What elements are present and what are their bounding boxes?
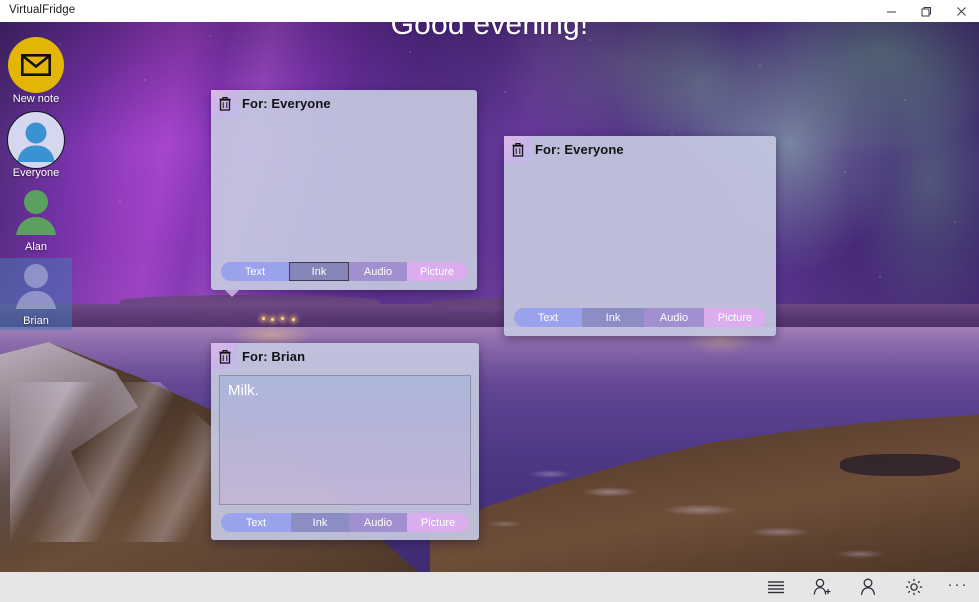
note-mode-text[interactable]: Text <box>221 513 291 532</box>
note-mode-picture[interactable]: Picture <box>704 308 766 327</box>
note-mode-toolbar: Text Ink Audio Picture <box>221 262 467 281</box>
sidebar-item-label: New note <box>12 93 60 105</box>
sidebar-item-everyone[interactable]: Everyone <box>0 110 72 182</box>
stars-layer <box>0 22 979 322</box>
note-card[interactable]: For: Everyone Text Ink Audio Picture <box>504 136 776 336</box>
note-mode-ink[interactable]: Ink <box>582 308 644 327</box>
sidebar-item-label: Brian <box>23 315 49 327</box>
list-icon <box>767 580 785 594</box>
sidebar-item-label: Alan <box>24 241 48 253</box>
settings-button[interactable] <box>891 572 937 602</box>
note-mode-ink[interactable]: Ink <box>289 262 349 281</box>
trash-icon[interactable] <box>211 343 238 370</box>
add-person-button[interactable] <box>799 572 845 602</box>
note-mode-text[interactable]: Text <box>221 262 289 281</box>
note-text-area[interactable]: Milk. <box>219 375 471 505</box>
trash-icon[interactable] <box>211 90 238 117</box>
note-recipient-label: For: Everyone <box>242 96 331 111</box>
note-card[interactable]: For: Everyone Text Ink Audio Picture <box>211 90 477 297</box>
note-recipient-label: For: Everyone <box>535 142 624 157</box>
note-card-header: For: Brian <box>211 343 479 373</box>
note-card[interactable]: For: Brian Milk. Text Ink Audio Picture <box>211 343 479 540</box>
maximize-button[interactable] <box>909 0 944 22</box>
note-recipient-label: For: Brian <box>242 349 306 364</box>
person-icon <box>859 578 877 596</box>
note-mode-picture[interactable]: Picture <box>407 262 467 281</box>
sidebar-item-new-note[interactable]: New note <box>0 36 72 108</box>
gear-icon <box>905 578 923 596</box>
shore-lights <box>0 315 979 325</box>
person-add-icon <box>812 578 832 596</box>
note-mode-audio[interactable]: Audio <box>644 308 704 327</box>
sidebar-item-brian[interactable]: Brian <box>0 258 72 330</box>
command-bar: ··· <box>0 572 979 602</box>
note-mode-toolbar: Text Ink Audio Picture <box>221 513 469 532</box>
sidebar-item-label: Everyone <box>12 167 60 179</box>
trash-icon[interactable] <box>504 136 531 163</box>
envelope-icon <box>8 37 64 93</box>
note-card-header: For: Everyone <box>211 90 477 120</box>
note-mode-ink[interactable]: Ink <box>291 513 349 532</box>
note-mode-toolbar: Text Ink Audio Picture <box>514 308 766 327</box>
app-window: VirtualFridge Good evening! New note Eve… <box>0 0 979 602</box>
app-title: VirtualFridge <box>9 4 76 16</box>
person-icon <box>7 111 65 169</box>
note-mode-audio[interactable]: Audio <box>349 262 407 281</box>
person-icon <box>8 185 64 241</box>
note-card-tail <box>225 290 239 297</box>
close-button[interactable] <box>944 0 979 22</box>
dark-rock <box>840 454 960 476</box>
person-button[interactable] <box>845 572 891 602</box>
note-mode-text[interactable]: Text <box>514 308 582 327</box>
notes-list-button[interactable] <box>753 572 799 602</box>
title-bar: VirtualFridge <box>0 0 979 22</box>
person-icon <box>8 259 64 315</box>
sidebar-item-alan[interactable]: Alan <box>0 184 72 256</box>
headland-snow-patches <box>430 414 979 572</box>
people-sidebar: New note Everyone Alan Brian <box>0 36 72 332</box>
wallpaper-canvas <box>0 22 979 572</box>
minimize-button[interactable] <box>874 0 909 22</box>
note-mode-picture[interactable]: Picture <box>407 513 469 532</box>
note-card-header: For: Everyone <box>504 136 776 166</box>
window-controls <box>874 0 979 22</box>
note-mode-audio[interactable]: Audio <box>349 513 407 532</box>
more-button[interactable]: ··· <box>937 569 979 602</box>
